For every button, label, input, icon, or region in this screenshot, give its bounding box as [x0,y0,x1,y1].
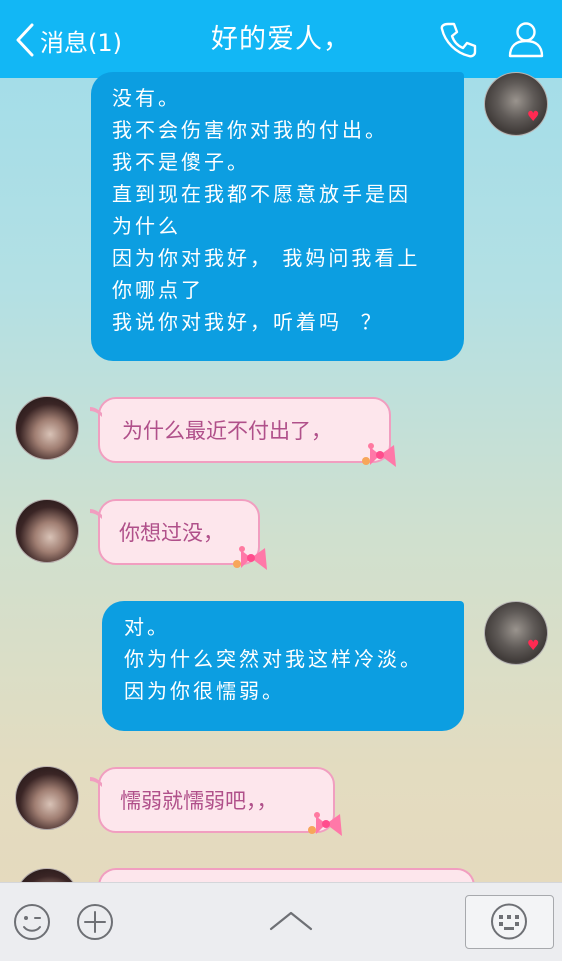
bow-decoration-icon [233,546,267,570]
chat-input-bar [0,882,562,961]
message-line: 你为什么突然对我这样冷淡。 [124,647,423,671]
message-line: 我不会伤害你对我的付出。 [112,118,388,142]
message-text: 懦弱就懦弱吧，， [120,789,278,813]
message-line: 我说你对我好，听着吗 ？ [112,310,384,334]
emoji-button[interactable] [12,902,52,946]
message-bubble-other[interactable]: 懦弱就懦弱吧，， [90,767,335,833]
emoji-icon [14,904,50,940]
bow-decoration-icon [362,443,396,467]
phone-call-button[interactable] [436,18,480,62]
profile-button[interactable] [504,18,548,62]
phone-icon [440,22,477,58]
message-line: 对。 [124,615,170,639]
keyboard-icon [491,903,527,940]
chat-header: 消息(1) 好的爱人， [0,0,562,78]
plus-icon [77,904,113,940]
bubble-tail [90,407,102,417]
expand-panel-button[interactable] [268,907,314,937]
contact-avatar[interactable] [15,499,79,563]
message-bubble-self[interactable]: 对。 你为什么突然对我这样冷淡。 因为你很懦弱。 [102,601,464,731]
message-line: 直到现在我都不愿意放手是因 [112,182,411,206]
message-line: 你哪点了 [112,278,204,302]
my-avatar[interactable]: ♥ [484,601,548,665]
message-line: 没有。 [112,86,181,110]
message-text: 为什么最近不付出了， [122,419,332,443]
message-line: 我不是傻子。 [112,150,250,174]
message-line: 因为你对我好， 我妈问我看上 [112,246,421,270]
message-bubble-self[interactable]: 没有。 我不会伤害你对我的付出。 我不是傻子。 直到现在我都不愿意放手是因 为什… [91,72,464,361]
contact-avatar[interactable] [15,396,79,460]
contact-avatar[interactable] [15,766,79,830]
message-line: 为什么 [112,214,181,238]
heart-icon: ♥ [527,638,540,654]
message-line: 因为你很懦弱。 [124,679,285,703]
heart-icon: ♥ [527,109,540,125]
user-icon [508,22,544,58]
message-bubble-other[interactable]: 为什么最近不付出了， [90,397,391,463]
bubble-tail [90,509,102,519]
add-button[interactable] [75,902,115,946]
bow-decoration-icon [308,812,342,836]
bubble-tail [90,777,102,787]
keyboard-toggle-button[interactable] [465,895,554,949]
my-avatar[interactable]: ♥ [484,72,548,136]
chevron-up-icon [269,911,313,931]
message-text: 你想过没， [119,521,224,545]
